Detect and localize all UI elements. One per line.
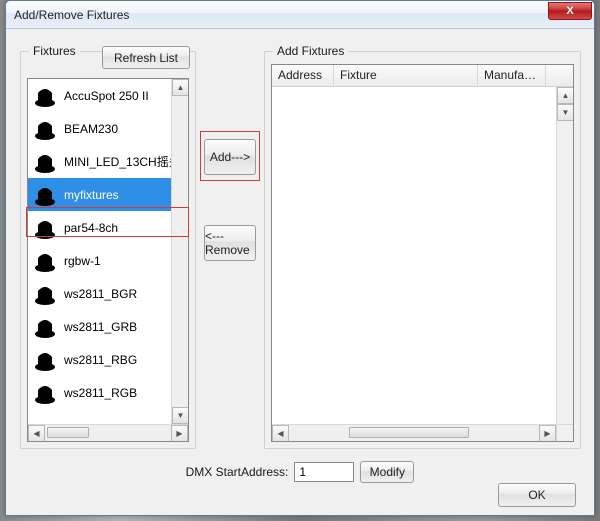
add-fixtures-group-label: Add Fixtures — [273, 44, 348, 58]
window-title: Add/Remove Fixtures — [14, 8, 548, 22]
list-item[interactable]: myfixtures — [28, 178, 171, 211]
fixtures-hscrollbar[interactable]: ◀ ▶ — [28, 424, 188, 441]
scroll-thumb[interactable] — [349, 427, 469, 438]
list-item-label: AccuSpot 250 II — [64, 89, 149, 103]
table-header: AddressFixtureManufact... — [272, 65, 573, 87]
titlebar[interactable]: Add/Remove Fixtures X — [6, 1, 594, 29]
scroll-up-icon[interactable]: ▲ — [172, 79, 189, 96]
fixture-icon — [32, 215, 58, 241]
fixture-icon — [32, 380, 58, 406]
list-item-label: myfixtures — [64, 188, 119, 202]
dmx-row: DMX StartAddress: Modify — [6, 459, 594, 485]
refresh-list-button[interactable]: Refresh List — [102, 46, 190, 69]
list-item[interactable]: par54-8ch — [28, 211, 171, 244]
list-item-label: ws2811_RGB — [64, 386, 137, 400]
list-item[interactable]: BEAM230 — [28, 112, 171, 145]
scroll-right-icon[interactable]: ▶ — [171, 425, 188, 442]
remove-button[interactable]: <---Remove — [204, 225, 256, 261]
add-fixtures-group: Add Fixtures AddressFixtureManufact... ▲… — [264, 51, 581, 449]
scroll-track[interactable] — [45, 425, 171, 442]
list-item-label: MINI_LED_13CH摇头 — [64, 153, 171, 170]
column-header[interactable]: Manufact... — [478, 65, 546, 86]
scroll-track[interactable] — [172, 96, 188, 407]
scroll-thumb[interactable] — [47, 427, 89, 438]
fixtures-listbox[interactable]: AccuSpot 250 II BEAM230 MINI_LED_13CH摇头myf… — [27, 78, 189, 442]
scroll-right-icon[interactable]: ▶ — [539, 425, 556, 442]
add-button[interactable]: Add---> — [204, 139, 256, 175]
fixtures-vscrollbar[interactable]: ▲ ▼ — [171, 79, 188, 424]
scroll-track[interactable] — [289, 425, 539, 442]
fixture-icon — [32, 314, 58, 340]
list-item[interactable]: AccuSpot 250 II — [28, 79, 171, 112]
scroll-down-icon[interactable]: ▼ — [172, 407, 189, 424]
column-header[interactable]: Fixture — [334, 65, 478, 86]
dmx-start-address-input[interactable] — [294, 462, 354, 482]
table-body[interactable] — [272, 87, 556, 424]
dialog-window: Add/Remove Fixtures X Fixtures AccuSpot … — [5, 0, 595, 516]
list-item-label: ws2811_GRB — [64, 320, 137, 334]
dmx-start-address-label: DMX StartAddress: — [186, 465, 289, 479]
fixtures-list-inner: AccuSpot 250 II BEAM230 MINI_LED_13CH摇头myf… — [28, 79, 171, 424]
list-item[interactable]: ws2811_RGB — [28, 376, 171, 409]
table-vscrollbar[interactable]: ▲ ▼ — [556, 87, 573, 424]
ok-button[interactable]: OK — [498, 483, 576, 507]
fixture-icon — [32, 248, 58, 274]
list-item[interactable]: rgbw-1 — [28, 244, 171, 277]
list-item[interactable]: ws2811_RBG — [28, 343, 171, 376]
list-item[interactable]: MINI_LED_13CH摇头 — [28, 145, 171, 178]
fixture-icon — [32, 281, 58, 307]
list-item[interactable]: ws2811_BGR — [28, 277, 171, 310]
scroll-left-icon[interactable]: ◀ — [28, 425, 45, 442]
added-fixtures-table[interactable]: AddressFixtureManufact... ▲ ▼ ◀ ▶ — [271, 64, 574, 442]
list-item-label: ws2811_BGR — [64, 287, 137, 301]
list-item-label: par54-8ch — [64, 221, 118, 235]
list-item[interactable]: ws2811_GRB — [28, 310, 171, 343]
fixture-icon — [32, 83, 58, 109]
scroll-left-icon[interactable]: ◀ — [272, 425, 289, 442]
fixtures-group: Fixtures AccuSpot 250 IIBEAM230MINI_LED_… — [20, 51, 196, 449]
list-item-label: rgbw-1 — [64, 254, 101, 268]
scroll-corner — [556, 424, 573, 441]
scroll-down-icon[interactable]: ▼ — [557, 104, 574, 121]
close-icon: X — [566, 5, 573, 17]
modify-button[interactable]: Modify — [360, 461, 414, 483]
close-button[interactable]: X — [548, 2, 592, 20]
fixture-icon — [32, 347, 58, 373]
list-item-label: BEAM230 — [64, 122, 118, 136]
list-item-label: ws2811_RBG — [64, 353, 137, 367]
scroll-up-icon[interactable]: ▲ — [557, 87, 574, 104]
fixture-icon — [32, 149, 58, 175]
fixture-icon — [32, 116, 58, 142]
column-header[interactable]: Address — [272, 65, 334, 86]
client-area: Fixtures AccuSpot 250 II BEAM230 MINI_LED_… — [6, 29, 594, 515]
table-hscrollbar[interactable]: ◀ ▶ — [272, 424, 556, 441]
fixtures-group-label: Fixtures — [29, 44, 80, 58]
fixture-icon — [32, 182, 58, 208]
